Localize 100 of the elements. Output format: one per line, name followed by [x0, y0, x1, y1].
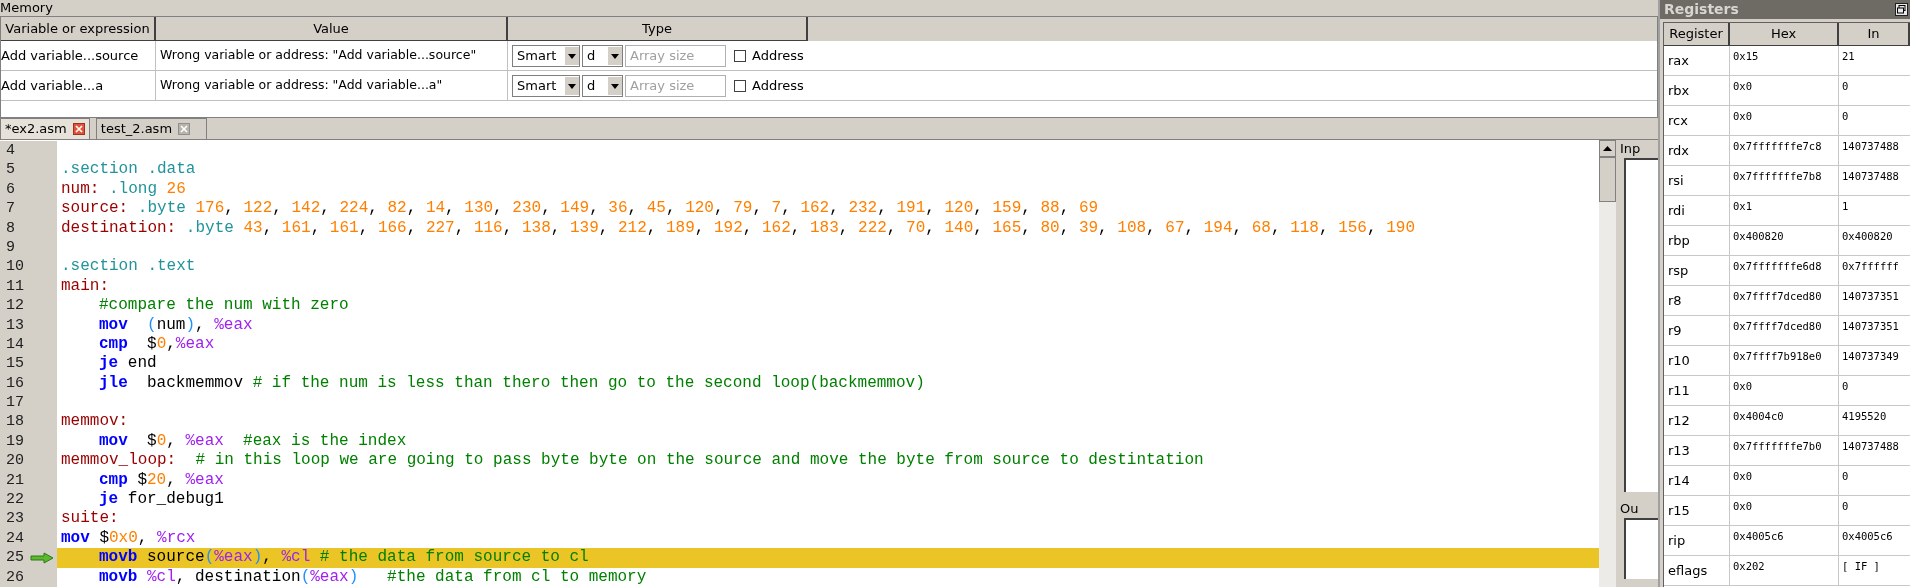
- table-cell-text: 0x400820: [1841, 229, 1894, 244]
- table-cell: 0x7ffff7dced80: [1730, 316, 1839, 345]
- table-cell: r14: [1664, 466, 1730, 495]
- array-size-field[interactable]: Array size: [625, 44, 726, 67]
- scroll-thumb[interactable]: [1599, 157, 1616, 202]
- table-cell: 0x7ffff7dced80: [1730, 286, 1839, 315]
- type-select[interactable]: Smart: [512, 74, 580, 97]
- code-line: je for_debug1: [99, 490, 224, 509]
- type-select[interactable]: Smart: [512, 44, 580, 67]
- format-select[interactable]: d: [582, 74, 623, 97]
- close-icon[interactable]: [72, 123, 85, 135]
- table-cell: 0x4004c0: [1730, 406, 1839, 435]
- table-cell-text: 0: [1841, 499, 1850, 514]
- table-cell: rbp: [1664, 226, 1730, 255]
- code-line: mov $0x0, %rcx: [61, 528, 196, 547]
- column-header[interactable]: Register: [1664, 23, 1730, 46]
- code-line: source: .byte 176, 122, 142, 224, 82, 14, 130, 230, 149, 36, 45, 120, 79, 7, 162, 232, 191, 120, 159, 88, 69: [61, 199, 1099, 218]
- table-cell: 0x15: [1730, 46, 1839, 75]
- scroll-up-icon[interactable]: [1599, 140, 1616, 157]
- code-line: mov (num), %eax: [99, 315, 253, 334]
- line-number: 25: [6, 548, 24, 568]
- code-line: jle backmemmov # if the num is less than thero then go to the second loop(backmemmov): [99, 373, 925, 392]
- close-icon[interactable]: [178, 123, 191, 135]
- text-area[interactable]: [1624, 518, 1658, 579]
- code-line: main:: [61, 276, 109, 295]
- table-cell: rcx: [1664, 106, 1730, 135]
- table-cell-text: 140737488: [1841, 439, 1900, 454]
- column-header[interactable]: Hex: [1730, 23, 1839, 46]
- table-cell: rdi: [1664, 196, 1730, 225]
- table-cell: 0x1: [1730, 196, 1839, 225]
- table-cell: 0x202: [1730, 556, 1839, 585]
- line-number: 20: [6, 451, 24, 471]
- restore-icon[interactable]: [1895, 3, 1908, 16]
- table-cell: r11: [1664, 376, 1730, 405]
- file-tab[interactable]: test_2.asm: [95, 118, 208, 139]
- table-cell: rsp: [1664, 256, 1730, 285]
- line-number: 24: [6, 528, 24, 549]
- table-cell: Wrong variable or address: "Add variable...a": [156, 71, 508, 100]
- code-line: cmp $20, %eax: [99, 470, 224, 489]
- line-number: 11: [6, 276, 24, 297]
- table-cell-text: 0: [1841, 109, 1850, 124]
- code-line: mov $0, %eax #eax is the index: [99, 431, 407, 450]
- scrollbar[interactable]: [1599, 140, 1616, 587]
- table-cell-text: 0: [1841, 469, 1850, 484]
- column-header[interactable]: In: [1839, 23, 1910, 46]
- array-size-field[interactable]: Array size: [625, 74, 726, 97]
- code-line: .section .data: [61, 160, 196, 179]
- checkbox-label: Address: [752, 76, 804, 95]
- table-cell-text: 4195520: [1841, 409, 1888, 424]
- table-cell: 0x0: [1730, 106, 1839, 135]
- line-number: 7: [6, 199, 15, 219]
- table-cell-text: 0x4005c6: [1841, 529, 1894, 544]
- table-cell: Wrong variable or address: "Add variable...source": [156, 41, 508, 70]
- table-cell: rip: [1664, 526, 1730, 555]
- line-number: 21: [6, 470, 24, 491]
- column-header[interactable]: Value: [156, 17, 508, 41]
- column-header[interactable]: Type: [508, 17, 808, 41]
- line-number: 22: [6, 490, 24, 510]
- code-line: destination: .byte 43, 161, 161, 166, 227, 116, 138, 139, 212, 189, 192, 162, 183, 222, 70, 140, 165, 80, 39, 108, 67, 194, 68, 118, 156, 190: [61, 218, 1415, 237]
- table-cell-text: 0x7ffffff: [1841, 259, 1900, 274]
- table-cell: 0x0: [1730, 376, 1839, 405]
- line-number: 15: [6, 354, 24, 374]
- format-select[interactable]: d: [582, 44, 623, 67]
- table-cell: 0x7fffffffe7b0: [1730, 436, 1839, 465]
- table-cell-text: 140737488: [1841, 169, 1900, 184]
- line-number: 17: [6, 393, 24, 413]
- address-checkbox[interactable]: [734, 79, 746, 92]
- table-cell: r13: [1664, 436, 1730, 465]
- code-line: memmov:: [61, 412, 129, 431]
- table-cell: r9: [1664, 316, 1730, 345]
- table-cell: Add variable...source: [1, 41, 156, 70]
- panel-label: Inp: [1620, 140, 1642, 158]
- line-number: 10: [6, 257, 24, 277]
- code-line: je end: [99, 354, 157, 373]
- line-number: 13: [6, 315, 24, 335]
- panel-title-bar: Registers: [1660, 0, 1910, 19]
- table-cell-text: 140737351: [1841, 319, 1900, 334]
- line-number: 6: [6, 179, 15, 200]
- table-cell: 0x0: [1730, 496, 1839, 525]
- column-header[interactable]: Variable or expression: [1, 17, 156, 41]
- line-number: 8: [6, 218, 15, 238]
- line-number: 16: [6, 373, 24, 394]
- table-cell: 0x7ffff7b918e0: [1730, 346, 1839, 375]
- table-cell: 0x0: [1730, 466, 1839, 495]
- table-cell: 0x0: [1730, 76, 1839, 105]
- text-area[interactable]: [1624, 158, 1658, 492]
- table-cell-text: 140737351: [1841, 289, 1900, 304]
- table-cell: eflags: [1664, 556, 1730, 585]
- line-number: 26: [6, 567, 24, 587]
- file-tab[interactable]: *ex2.asm: [0, 118, 90, 139]
- table-cell: rbx: [1664, 76, 1730, 105]
- line-number: 18: [6, 412, 24, 432]
- address-checkbox[interactable]: [734, 49, 746, 62]
- line-number: 19: [6, 431, 24, 452]
- table-cell: rax: [1664, 46, 1730, 75]
- table-cell: r10: [1664, 346, 1730, 375]
- table-cell: 0x7fffffffe6d8: [1730, 256, 1839, 285]
- table-cell: 0x7fffffffe7c8: [1730, 136, 1839, 165]
- code-line: num: .long 26: [61, 179, 186, 198]
- arrow-icon: [30, 551, 54, 564]
